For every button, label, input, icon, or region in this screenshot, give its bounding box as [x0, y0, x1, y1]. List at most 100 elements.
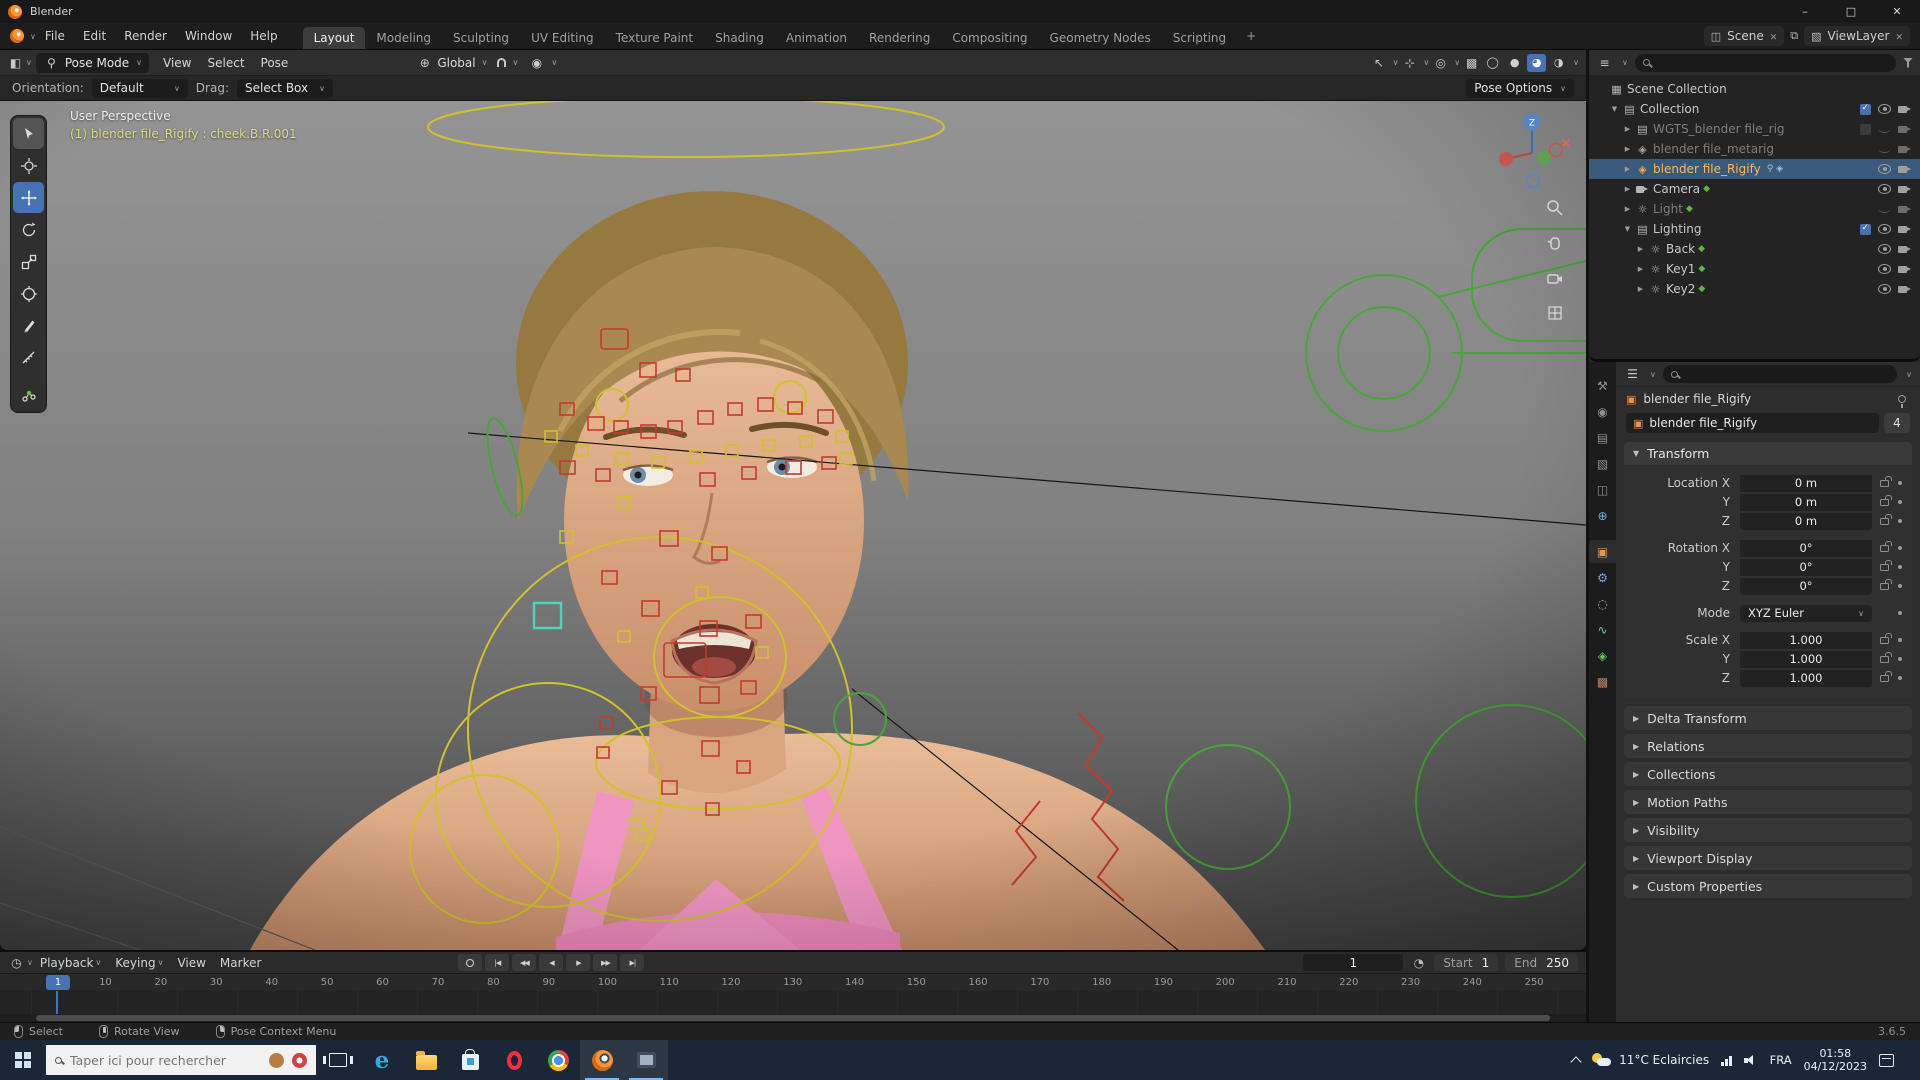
outliner-search-box[interactable] [1635, 54, 1896, 72]
collapsed-panel-header[interactable]: Motion Paths [1624, 790, 1912, 814]
next-keyframe-button[interactable] [593, 954, 617, 971]
menu-item[interactable]: Render [115, 29, 176, 43]
search-highlight-doodle-icon[interactable] [292, 1053, 307, 1068]
lock-icon[interactable] [1880, 480, 1889, 487]
proportional-edit-dropdown[interactable] [528, 54, 557, 72]
xray-toggle-icon[interactable] [1463, 54, 1480, 72]
network-icon[interactable] [1721, 1055, 1732, 1066]
maximize-button[interactable] [1828, 0, 1874, 23]
visibility-eye-icon[interactable] [1878, 284, 1891, 294]
render-visibility-icon[interactable] [1898, 144, 1912, 154]
end-frame-field[interactable]: End250 [1505, 954, 1578, 971]
keying-menu[interactable]: Keying [108, 956, 170, 970]
drag-dropdown[interactable]: Select Box [237, 79, 333, 98]
render-visibility-icon[interactable] [1898, 184, 1912, 194]
outliner-row[interactable]: Camera [1589, 179, 1920, 199]
render-visibility-icon[interactable] [1898, 264, 1912, 274]
outliner-row[interactable]: Key1 [1589, 259, 1920, 279]
disclosure-arrow-icon[interactable] [1621, 205, 1634, 213]
taskbar-search-input[interactable] [70, 1053, 261, 1068]
hidden-icons-chevron-icon[interactable] [1571, 1056, 1582, 1067]
visibility-eye-icon[interactable] [1878, 144, 1891, 154]
workspace-tab[interactable]: Texture Paint [605, 27, 704, 49]
object-name-field[interactable]: blender file_Rigify [1626, 413, 1879, 433]
orientation-default-dropdown[interactable]: Default [92, 79, 188, 98]
disclosure-arrow-icon[interactable] [1621, 145, 1634, 153]
render-visibility-icon[interactable] [1898, 204, 1912, 214]
collection-checkbox[interactable] [1860, 124, 1871, 135]
outliner-item-label[interactable]: Key1 [1666, 262, 1695, 276]
opera-app[interactable] [492, 1040, 536, 1080]
collapsed-panel-header[interactable]: Viewport Display [1624, 846, 1912, 870]
shading-material-button[interactable] [1527, 54, 1546, 72]
lock-icon[interactable] [1880, 499, 1889, 506]
outliner-item-label[interactable]: blender file_metarig [1653, 142, 1774, 156]
tab-object-data[interactable] [1589, 644, 1616, 667]
rotation-mode-dropdown[interactable]: XYZ Euler [1740, 605, 1872, 622]
current-frame-field[interactable]: 1 [1303, 954, 1403, 971]
overlays-toggle-icon[interactable] [1432, 54, 1449, 72]
outliner-item-label[interactable]: WGTS_blender file_rig [1653, 122, 1785, 136]
playback-menu[interactable]: Playback [33, 956, 108, 970]
previous-keyframe-button[interactable] [512, 954, 536, 971]
timeline-scrollbar[interactable] [0, 1014, 1586, 1022]
collapsed-panel-header[interactable]: Delta Transform [1624, 706, 1912, 730]
outliner-row[interactable]: Lighting [1589, 219, 1920, 239]
select-box-tool[interactable] [13, 118, 44, 149]
orthographic-grid-icon[interactable] [1544, 302, 1566, 324]
animate-dot-icon[interactable] [1898, 565, 1902, 569]
scale-tool[interactable] [13, 246, 44, 277]
tab-scene[interactable] [1589, 478, 1616, 501]
properties-search-input[interactable] [1684, 368, 1889, 381]
render-visibility-icon[interactable] [1898, 224, 1912, 234]
visibility-eye-icon[interactable] [1878, 224, 1891, 234]
render-visibility-icon[interactable] [1898, 124, 1912, 134]
orientation-dropdown[interactable]: Global [416, 54, 487, 72]
outliner-row[interactable]: Key2 [1589, 279, 1920, 299]
minimize-button[interactable] [1782, 0, 1828, 23]
shading-wireframe-button[interactable] [1483, 54, 1502, 72]
weather-widget[interactable]: 11°C Eclaircies [1592, 1053, 1709, 1067]
render-visibility-icon[interactable] [1898, 104, 1912, 114]
outliner-item-label[interactable]: Key2 [1666, 282, 1695, 296]
visibility-eye-icon[interactable] [1878, 244, 1891, 254]
tab-modifiers[interactable] [1589, 566, 1616, 589]
collapsed-panel-header[interactable]: Custom Properties [1624, 874, 1912, 898]
shading-solid-button[interactable] [1505, 54, 1524, 72]
menu-item[interactable]: Help [241, 29, 286, 43]
timeline-editor-icon[interactable] [8, 954, 25, 972]
zoom-icon[interactable] [1544, 197, 1566, 219]
scene-selector[interactable]: Scene [1704, 26, 1785, 46]
animate-dot-icon[interactable] [1898, 638, 1902, 642]
lock-icon[interactable] [1880, 564, 1889, 571]
disclosure-arrow-icon[interactable] [1621, 225, 1634, 233]
disclosure-arrow-icon[interactable] [1634, 265, 1647, 273]
task-view-button[interactable] [316, 1040, 360, 1080]
remove-viewlayer-icon[interactable] [1895, 29, 1903, 43]
cursor-tool[interactable] [13, 150, 44, 181]
tab-output[interactable] [1589, 426, 1616, 449]
collapsed-panel-header[interactable]: Relations [1624, 734, 1912, 758]
disclosure-arrow-icon[interactable] [1621, 185, 1634, 193]
workspace-tab[interactable]: Shading [704, 27, 775, 49]
edge-app[interactable]: e [360, 1040, 404, 1080]
clock-widget[interactable]: 01:58 04/12/2023 [1804, 1047, 1867, 1073]
animate-dot-icon[interactable] [1898, 584, 1902, 588]
viewport-canvas[interactable]: User Perspective (1) blender file_Rigify… [0, 101, 1586, 950]
property-value-field[interactable]: 1.000 [1740, 632, 1872, 649]
play-button[interactable] [566, 954, 590, 971]
chrome-app[interactable] [536, 1040, 580, 1080]
close-button[interactable] [1874, 0, 1920, 23]
workspace-tab[interactable]: Geometry Nodes [1039, 27, 1162, 49]
lock-icon[interactable] [1880, 545, 1889, 552]
file-explorer-app[interactable] [404, 1040, 448, 1080]
tab-world[interactable] [1589, 504, 1616, 527]
animate-dot-icon[interactable] [1898, 611, 1902, 615]
tab-constraints[interactable] [1589, 618, 1616, 641]
outliner-item-label[interactable]: Camera [1653, 182, 1700, 196]
lock-icon[interactable] [1880, 583, 1889, 590]
property-value-field[interactable]: 0° [1740, 578, 1872, 595]
disclosure-arrow-icon[interactable] [1608, 105, 1621, 113]
outliner-row[interactable]: Back [1589, 239, 1920, 259]
render-visibility-icon[interactable] [1898, 284, 1912, 294]
